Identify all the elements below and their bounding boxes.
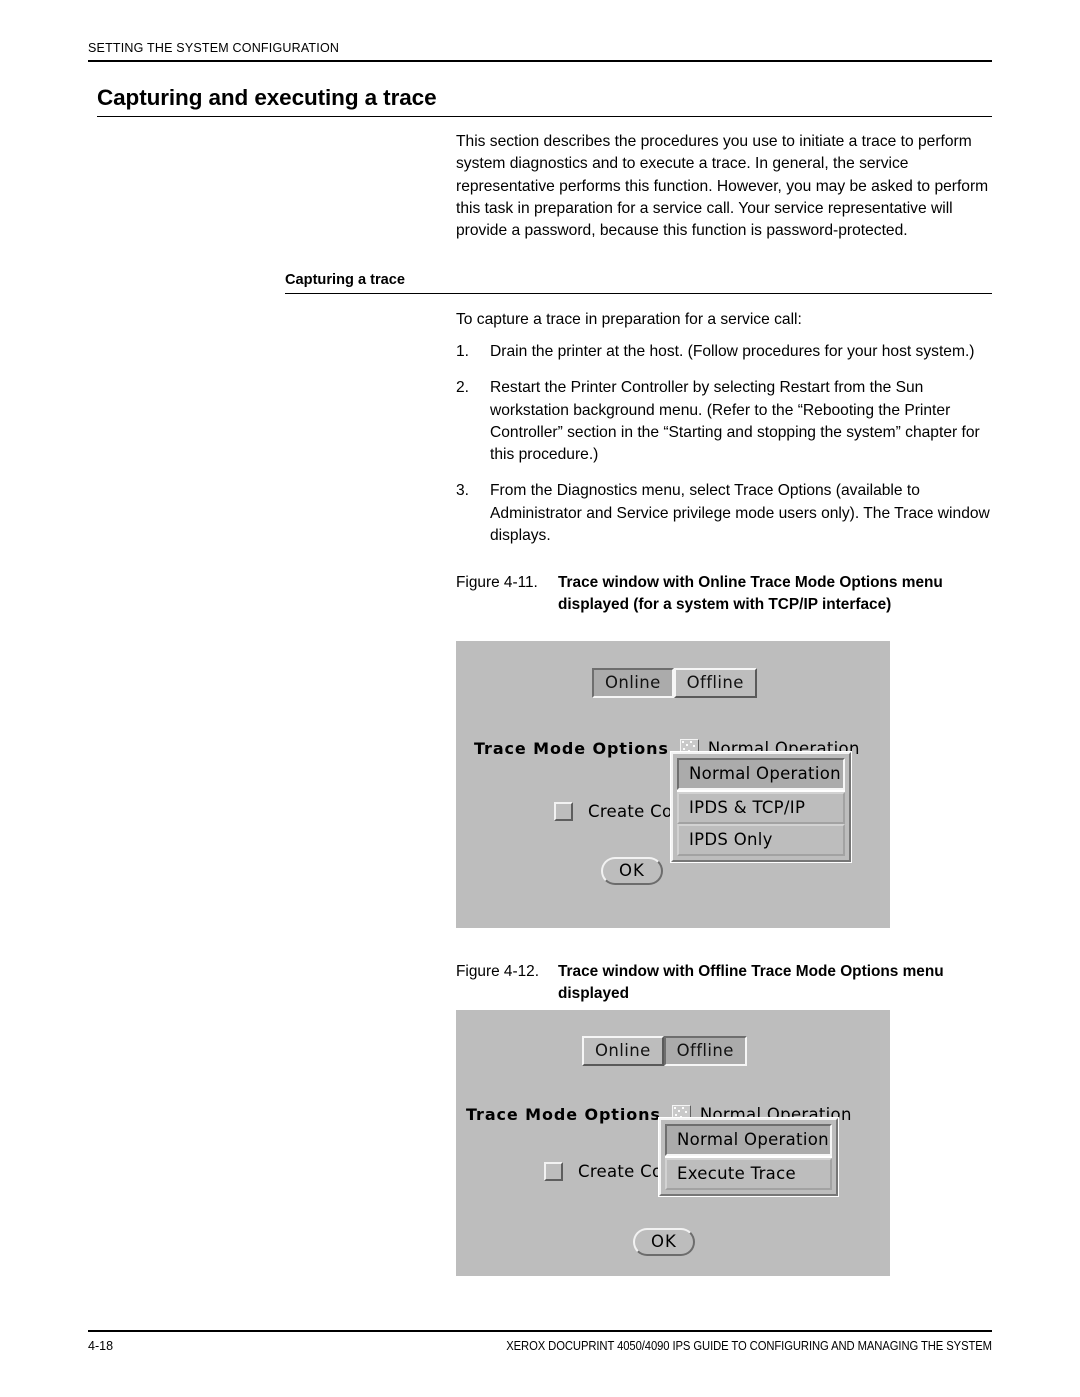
fig1-menu-item-ipds-tcpip[interactable]: IPDS & TCP/IP — [677, 792, 845, 824]
running-header-rule — [88, 60, 992, 62]
step-number: 1. — [456, 343, 470, 360]
fig2-online-button[interactable]: Online — [582, 1036, 664, 1066]
fig2-ok-button[interactable]: OK — [633, 1228, 695, 1256]
running-header: SETTING THE SYSTEM CONFIGURATION — [88, 40, 992, 62]
list-item: 1. Drain the printer at the host. (Follo… — [456, 341, 994, 363]
step-number: 3. — [456, 482, 470, 500]
fig2-menu-item-execute-trace[interactable]: Execute Trace — [665, 1158, 832, 1190]
fig1-offline-button[interactable]: Offline — [673, 668, 757, 698]
section-subhead: Capturing a trace — [285, 272, 406, 288]
footer-page-number: 4-18 — [88, 1339, 114, 1353]
fig1-menu-item-normal-operation[interactable]: Normal Operation — [677, 758, 845, 790]
fig2-menu-item-normal-operation[interactable]: Normal Operation — [665, 1124, 832, 1156]
page-footer: 4-18 XEROX DOCUPRINT 4050/4090 IPS GUIDE… — [88, 1330, 992, 1353]
figure-1-number: Figure 4-11. — [456, 574, 538, 591]
figure-2-caption: Figure 4-12. Trace window with Offline T… — [456, 961, 994, 1004]
fig1-trace-mode-dropdown-menu[interactable]: Normal Operation IPDS & TCP/IP IPDS Only — [671, 752, 851, 862]
step-text: From the Diagnostics menu, select Trace … — [490, 482, 990, 545]
figure-1-title: Trace window with Online Trace Mode Opti… — [558, 574, 943, 613]
fig1-ok-button[interactable]: OK — [601, 857, 663, 885]
page-title: Capturing and executing a trace — [97, 85, 437, 110]
page-title-block: Capturing and executing a trace — [97, 84, 992, 117]
footer-book-title: XEROX DOCUPRINT 4050/4090 IPS GUIDE TO C… — [506, 1339, 992, 1353]
lead-in-text: To capture a trace in preparation for a … — [456, 311, 802, 328]
fig2-create-com-checkbox[interactable] — [544, 1162, 563, 1181]
intro-paragraph: This section describes the procedures yo… — [456, 133, 989, 240]
fig2-trace-mode-dropdown-menu[interactable]: Normal Operation Execute Trace — [659, 1118, 838, 1196]
fig1-create-com-checkbox-row[interactable]: Create Com — [554, 802, 689, 821]
fig2-online-offline-toggle[interactable]: Online Offline — [582, 1036, 747, 1066]
step-text: Restart the Printer Controller by select… — [490, 379, 980, 464]
subhead-rule — [285, 293, 992, 294]
subhead-block: Capturing a trace — [285, 271, 992, 294]
fig2-trace-mode-options-label: Trace Mode Options — [466, 1105, 661, 1124]
footer-rule — [88, 1330, 992, 1332]
page-title-rule — [97, 116, 992, 117]
fig1-menu-item-ipds-only[interactable]: IPDS Only — [677, 824, 845, 856]
fig1-online-offline-toggle[interactable]: Online Offline — [592, 668, 757, 698]
list-item: 2. Restart the Printer Controller by sel… — [456, 377, 994, 466]
running-header-text: SETTING THE SYSTEM CONFIGURATION — [88, 41, 340, 55]
figure-2-trace-window: Online Offline Trace Mode Options Normal… — [456, 1010, 890, 1276]
fig1-online-button[interactable]: Online — [592, 668, 674, 698]
figure-1-trace-window: Online Offline Trace Mode Options Normal… — [456, 641, 890, 928]
step-text: Drain the printer at the host. (Follow p… — [490, 343, 975, 360]
fig2-offline-button[interactable]: Offline — [663, 1036, 747, 1066]
fig1-trace-mode-options-label: Trace Mode Options — [474, 739, 669, 758]
step-number: 2. — [456, 379, 470, 397]
fig1-create-com-checkbox[interactable] — [554, 802, 573, 821]
figure-2-number: Figure 4-12. — [456, 963, 539, 980]
figure-2-title: Trace window with Offline Trace Mode Opt… — [558, 963, 944, 1002]
footer-row: 4-18 XEROX DOCUPRINT 4050/4090 IPS GUIDE… — [88, 1339, 992, 1353]
list-item: 3. From the Diagnostics menu, select Tra… — [456, 480, 994, 547]
figure-1-caption: Figure 4-11. Trace window with Online Tr… — [456, 572, 994, 615]
procedure-steps: 1. Drain the printer at the host. (Follo… — [456, 341, 994, 561]
